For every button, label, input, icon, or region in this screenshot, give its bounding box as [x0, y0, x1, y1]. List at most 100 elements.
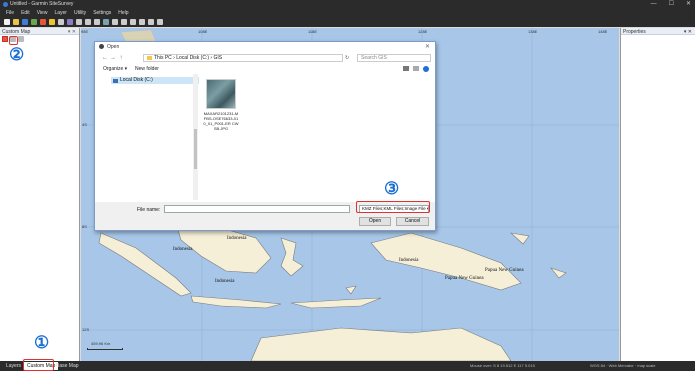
pan-icon[interactable]: [94, 19, 100, 25]
up-button[interactable]: ↑: [117, 55, 125, 61]
search-input[interactable]: Search GIS: [357, 54, 431, 62]
zoom-in-icon[interactable]: [76, 19, 82, 25]
new-icon[interactable]: [4, 19, 10, 25]
nav-scrollbar[interactable]: [193, 74, 198, 200]
properties-panel: Properties ▾ ✕: [620, 28, 695, 361]
status-projection: WGS 84 · Web Mercator · map scale: [590, 363, 656, 368]
file-item[interactable]: MAXAR2101231-MFBS-OSE76633-010_01_P001-E…: [203, 79, 239, 131]
lon-tick-1: 98E: [81, 29, 89, 34]
help-icon[interactable]: [423, 66, 429, 72]
redo-icon[interactable]: [157, 19, 163, 25]
lat-tick-2: 8S: [82, 224, 87, 229]
dialog-title: Open: [107, 44, 120, 50]
new-britain-shape: [510, 232, 530, 245]
add-custom-map-icon[interactable]: [2, 36, 8, 42]
timor-shape: [345, 285, 357, 295]
lon-tick-4: 128E: [418, 29, 428, 34]
map-label-indonesia-borneo: Indonesia: [227, 236, 247, 241]
tab-base-map[interactable]: Base Map: [53, 362, 82, 370]
preview-pane-icon[interactable]: [413, 66, 419, 71]
properties-controls[interactable]: ▾ ✕: [684, 29, 692, 35]
step-2-marker: ②: [9, 45, 25, 64]
menu-view[interactable]: View: [37, 10, 48, 16]
scale-bar: [87, 348, 123, 350]
zoom-out-icon[interactable]: [85, 19, 91, 25]
nusa-tenggara-shape: [290, 297, 382, 309]
ruler-icon[interactable]: [121, 19, 127, 25]
dialog-close-button[interactable]: ✕: [425, 43, 430, 50]
profile-icon[interactable]: [130, 19, 136, 25]
organize-button[interactable]: Organize ▾: [103, 66, 127, 72]
menu-help[interactable]: Help: [118, 10, 128, 16]
menu-utility[interactable]: Utility: [74, 10, 86, 16]
step-1-marker: ①: [34, 333, 50, 352]
panel-title: Custom Map: [2, 28, 31, 35]
step-3-marker: ③: [384, 179, 400, 198]
new-folder-button[interactable]: New folder: [135, 66, 159, 72]
forward-button[interactable]: →: [109, 55, 117, 61]
new-guinea-shape: [370, 232, 522, 291]
menu-settings[interactable]: Settings: [93, 10, 111, 16]
map-label-indonesia-java: Indonesia: [215, 279, 235, 284]
file-name-label: MAXAR2101231-MFBS-OSE76633-010_01_P001-E…: [203, 111, 239, 131]
menu-edit[interactable]: Edit: [21, 10, 30, 16]
window-title: Untitled - Garmin SiteSurvey: [10, 1, 74, 7]
menu-file[interactable]: File: [6, 10, 14, 16]
breadcrumb: This PC › Local Disk (C:) › GIS: [154, 55, 223, 61]
maximize-button[interactable]: ☐: [669, 0, 674, 9]
map-label-indonesia-sumatra: Indonesia: [173, 247, 193, 252]
file-name-input[interactable]: [164, 205, 350, 213]
refresh-icon[interactable]: ↻: [345, 55, 349, 61]
select-icon[interactable]: [58, 19, 64, 25]
address-bar[interactable]: This PC › Local Disk (C:) › GIS: [143, 54, 343, 62]
link-icon[interactable]: [112, 19, 118, 25]
menu-layer[interactable]: Layer: [54, 10, 67, 16]
australia-shape: [250, 327, 512, 361]
status-coords: Mouse over: S 8 19.512 E 117 5.015: [470, 363, 535, 368]
add-point-icon[interactable]: [31, 19, 37, 25]
map-label-png: Papua New Guinea: [445, 276, 484, 281]
drive-icon: [113, 78, 118, 83]
lon-tick-6: 148E: [598, 29, 608, 34]
lon-tick-5: 138E: [528, 29, 538, 34]
delete-icon[interactable]: [40, 19, 46, 25]
image-thumbnail: [206, 79, 236, 109]
panel-controls[interactable]: ▾ ✕: [68, 29, 76, 35]
sumatra-shape: [98, 232, 192, 297]
back-button[interactable]: ←: [101, 55, 109, 61]
close-button[interactable]: ✕: [686, 0, 691, 9]
toolbar: [0, 17, 695, 27]
tab-layers[interactable]: Layers: [3, 362, 24, 370]
solomon-shape: [550, 267, 567, 279]
file-name-field-label: File name:: [137, 207, 161, 213]
view-options-icon[interactable]: [403, 66, 409, 71]
highlight-custom-map-tab: [23, 359, 54, 371]
open-button[interactable]: Open: [359, 217, 391, 226]
highlight-add-map: [9, 36, 18, 45]
cancel-button[interactable]: Cancel: [396, 217, 429, 226]
undo-icon[interactable]: [148, 19, 154, 25]
nav-item-local-disk[interactable]: Local Disk (C:): [111, 77, 199, 84]
sulawesi-shape: [280, 237, 304, 277]
map-label-png-east: Papua New Guinea: [485, 268, 524, 273]
antenna-icon[interactable]: [103, 19, 109, 25]
navigation-pane: Local Disk (C:): [99, 75, 201, 200]
map-label-indonesia-papua: Indonesia: [399, 258, 419, 263]
save-icon[interactable]: [22, 19, 28, 25]
minimize-button[interactable]: —: [651, 0, 657, 9]
lat-tick-1: 4S: [82, 122, 87, 127]
grid-icon[interactable]: [139, 19, 145, 25]
measure-icon[interactable]: [49, 19, 55, 25]
properties-icon[interactable]: [18, 36, 24, 42]
highlight-file-filter: [356, 201, 430, 213]
custom-map-panel: Custom Map ▾ ✕: [0, 28, 80, 361]
layer-icon[interactable]: [67, 19, 73, 25]
lon-tick-3: 118E: [308, 29, 318, 34]
lat-tick-3: 12S: [82, 327, 90, 332]
bottom-bar: Layers Custom Map Base Map Mouse over: S…: [0, 361, 695, 371]
open-folder-icon[interactable]: [13, 19, 19, 25]
java-shape: [190, 295, 282, 309]
lon-tick-2: 108E: [198, 29, 208, 34]
title-bar: Untitled - Garmin SiteSurvey — ☐ ✕: [0, 0, 695, 9]
properties-title: Properties: [623, 28, 646, 35]
